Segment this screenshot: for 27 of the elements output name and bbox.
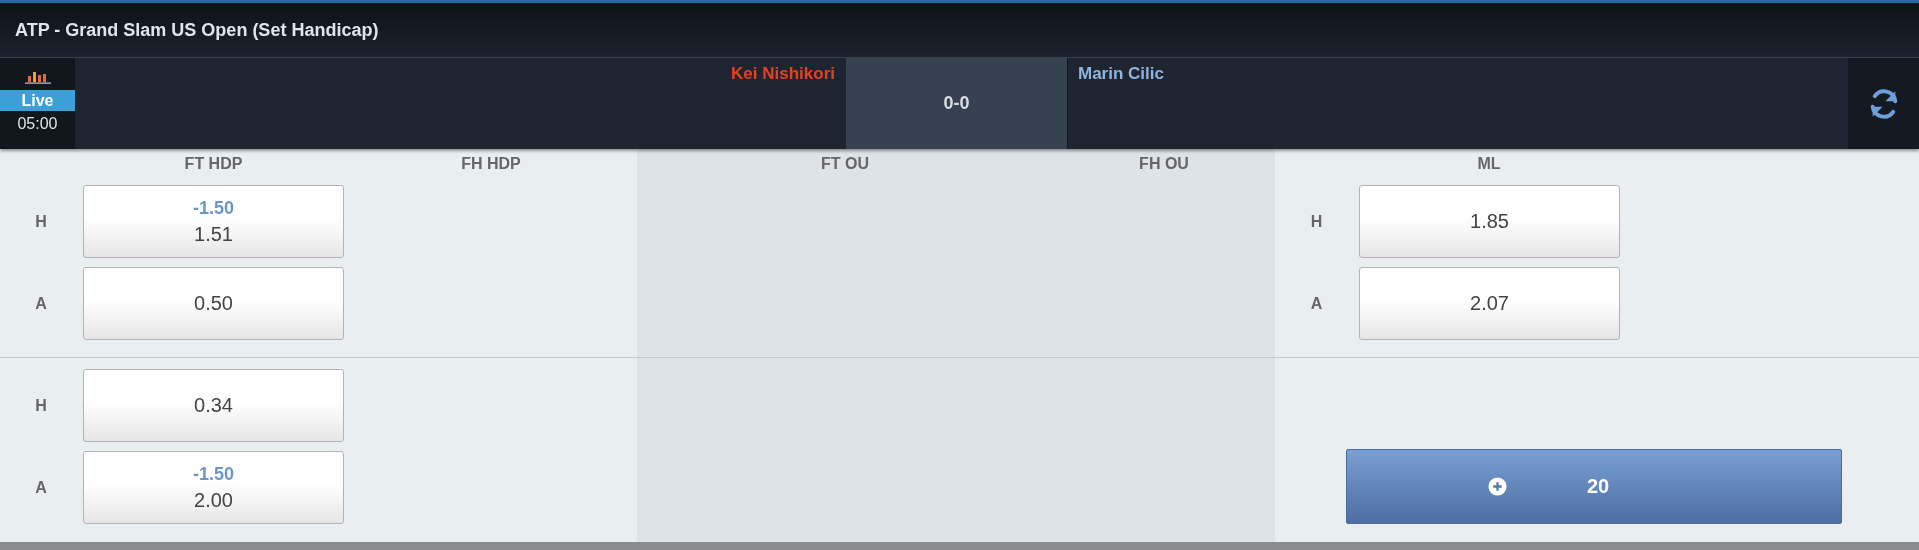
bar-chart-icon — [23, 70, 52, 84]
column-header: FH OU — [1139, 155, 1189, 173]
score: 0-0 — [943, 93, 970, 114]
away-player: Marin Cilic — [1078, 64, 1164, 83]
live-badge: Live — [0, 90, 75, 111]
more-bets-button[interactable]: 20 — [1346, 449, 1842, 524]
refresh-button[interactable] — [1848, 58, 1919, 149]
side-label: A — [35, 294, 47, 313]
odds-button[interactable]: 2.07 — [1359, 267, 1620, 340]
side-label: H — [35, 212, 47, 231]
odds-button[interactable]: 0.50 — [83, 267, 344, 340]
league-title: ATP - Grand Slam US Open (Set Handicap) — [15, 19, 379, 41]
side-label: A — [1310, 294, 1323, 313]
odds-button[interactable]: 1.85 — [1359, 185, 1620, 258]
side-label: H — [35, 396, 47, 415]
match-time: 05:00 — [17, 115, 58, 133]
odds-button[interactable]: -1.50 2.00 — [83, 451, 344, 524]
home-player: Kei Nishikori — [731, 64, 835, 84]
column-header: FH HDP — [461, 155, 521, 173]
column-header: FT OU — [821, 155, 869, 173]
column-header: FT HDP — [184, 155, 243, 173]
side-label: H — [1310, 212, 1323, 231]
odds-button[interactable]: 0.34 — [83, 369, 344, 442]
plus-circle-icon — [1488, 477, 1507, 496]
column-header: ML — [1477, 155, 1501, 173]
odds-button[interactable]: -1.50 1.51 — [83, 185, 344, 258]
side-label: A — [35, 478, 47, 497]
